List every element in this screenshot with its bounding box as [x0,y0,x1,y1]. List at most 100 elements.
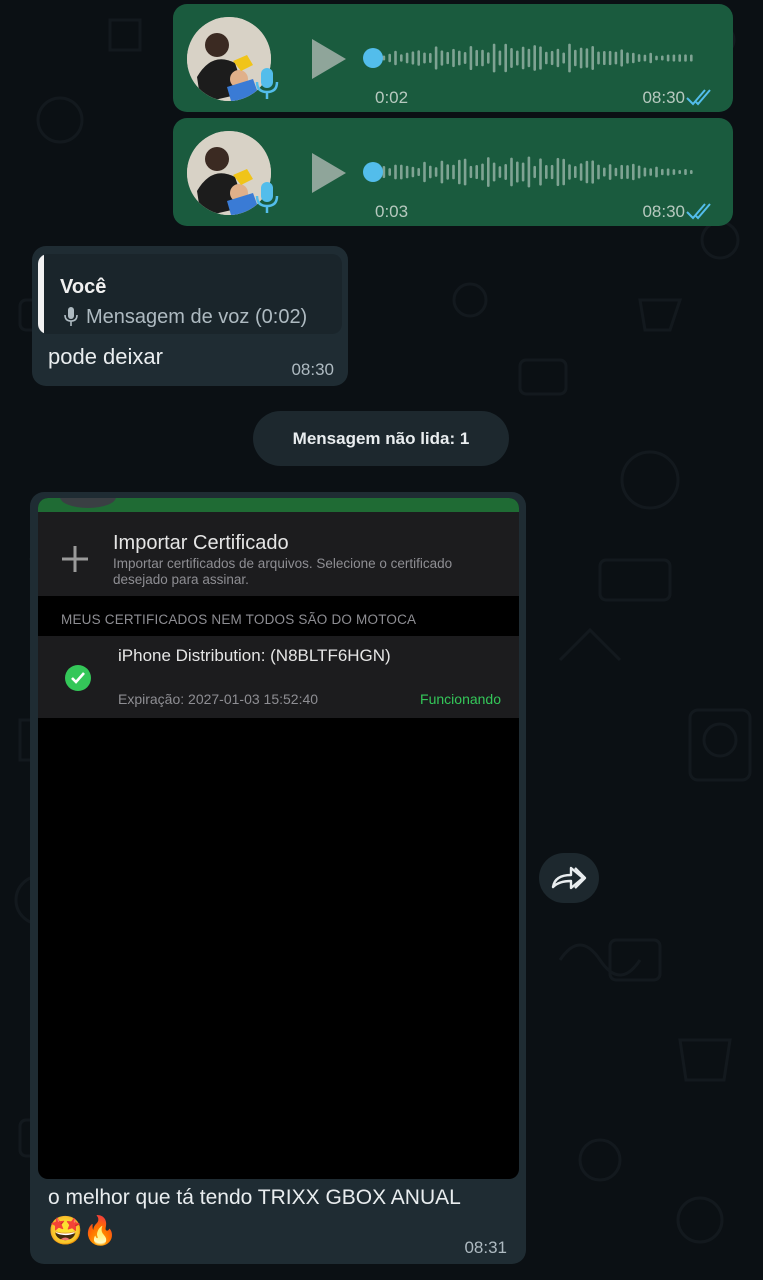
waveform-bar [481,49,484,67]
waveform-bar [492,162,496,182]
double-check-icon [686,89,711,106]
plus-icon [62,546,88,572]
waveform-bar [637,165,641,179]
voice-duration: 0:02 [375,88,409,107]
waveform-bar [591,160,594,184]
waveform-bar [643,54,647,62]
waveform-bar [562,158,565,186]
waveform-bar [469,45,473,71]
waveform-bar [597,51,600,65]
waveform-bar [568,43,571,73]
waveform-bar [585,48,589,68]
waveform-bar [463,52,467,64]
unread-banner: Mensagem não lida: 1 [253,411,509,466]
message-image[interactable]: Importar Certificado Importar certificad… [38,498,519,1179]
waveform-bar [458,159,461,185]
reply-message[interactable]: Você Mensagem de voz (0:02) pode deixar … [32,246,348,386]
waveform-bar [539,46,542,70]
certificates-section-header: MEUS CERTIFICADOS NEM TODOS SÃO DO MOTOC… [38,596,519,636]
waveform-bar [661,55,664,61]
waveform-bar [649,52,652,64]
waveform-bar [556,48,560,68]
waveform-bar [452,48,455,68]
waveform-bar [498,166,502,178]
waveform-bar [672,169,676,175]
waveform-bar [550,50,554,66]
waveform-bar [690,170,693,174]
waveform-bar [666,168,670,176]
waveform-bar [684,168,687,176]
check-circle-icon [65,665,91,691]
waveform-bar [678,170,681,174]
quoted-text: Mensagem de voz (0:02) [86,306,308,328]
waveform-bar [423,52,426,64]
waveform-bar [440,160,444,184]
waveform-bar [539,158,542,186]
message-time: 08:31 [464,1238,507,1257]
waveform-bar [620,49,623,67]
waveform-bar [597,164,600,180]
import-title: Importar Certificado [113,532,289,554]
waveform-bar [510,48,513,68]
quote-bar [38,254,44,334]
message-time: 08:30 [642,88,685,107]
waveform-bar [417,50,420,66]
playback-handle[interactable] [363,48,383,68]
quoted-author: Você [60,276,107,298]
waveform-bar [423,161,426,183]
image-caption: o melhor que tá tendo TRIXX GBOX ANUAL [48,1186,461,1209]
message-text: pode deixar [48,344,163,369]
microphone-icon [255,182,279,213]
caption-emoji: 🤩🔥 [48,1215,118,1246]
waveform-bar [533,45,536,71]
waveform[interactable] [363,40,711,76]
waveform-bar [574,165,577,179]
quoted-message[interactable]: Você Mensagem de voz (0:02) [38,254,342,334]
waveform-bar [388,53,391,63]
waveform-bar [417,167,420,177]
waveform-bar [643,167,647,177]
waveform-bar [411,166,415,178]
waveform-bar [487,52,490,64]
import-certificate-row: Importar Certificado Importar certificad… [38,512,519,596]
play-icon[interactable] [308,37,348,81]
voice-message[interactable]: 0:03 08:30 [173,118,733,226]
double-check-icon [686,203,711,220]
waveform-bar [632,163,635,181]
waveform-bar [434,167,438,177]
voice-message[interactable]: 0:02 08:30 [173,4,733,112]
waveform-bar [463,158,467,186]
waveform-bar [603,50,606,66]
message-time: 08:30 [642,202,685,221]
waveform-bar [492,43,496,73]
play-icon[interactable] [308,151,348,195]
waveform-bar [504,43,507,73]
waveform[interactable] [363,154,711,190]
waveform-bar [661,168,664,176]
waveform-bar [579,163,583,181]
waveform-bar [440,50,444,66]
forward-button[interactable] [539,853,599,903]
waveform-bar [608,50,612,66]
certificate-row: iPhone Distribution: (N8BLTF6HGN) Expira… [38,636,519,718]
waveform-bar [672,54,676,62]
waveform-bar [516,50,519,66]
waveform-bar [637,54,641,62]
waveform-bar [400,54,403,62]
waveform-bar [608,164,612,180]
waveform-bar [649,168,652,176]
waveform-bar [411,51,415,65]
waveform-bar [458,50,461,66]
waveform-bar [666,54,670,62]
voice-duration: 0:03 [375,202,409,221]
playback-handle[interactable] [363,162,383,182]
waveform-bar [405,52,409,64]
waveform-bar [684,54,687,62]
waveform-bar [434,46,438,70]
certificate-status: Funcionando [420,691,501,707]
waveform-bar [400,164,403,180]
waveform-bar [521,162,525,182]
waveform-bar [585,160,589,184]
image-message[interactable]: Importar Certificado Importar certificad… [30,492,526,1264]
waveform-bar [574,49,577,67]
